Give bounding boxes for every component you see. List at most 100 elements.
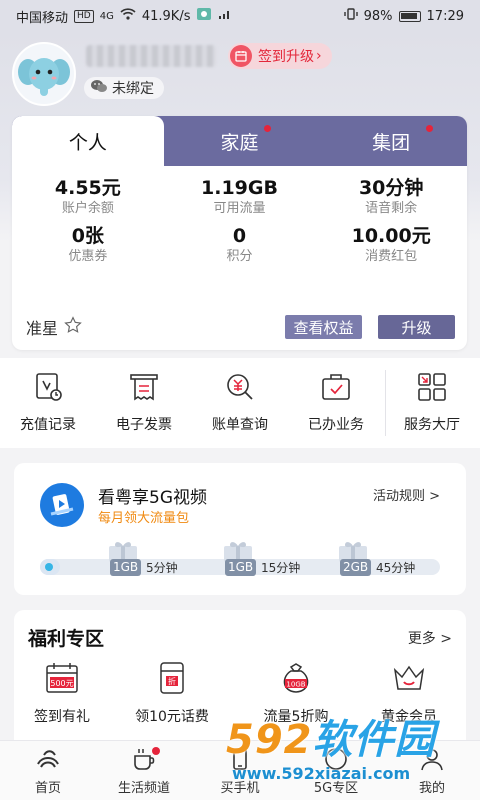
- wechat-icon: [90, 79, 108, 97]
- crown-icon: [391, 660, 427, 696]
- notification-dot: [426, 125, 434, 132]
- stat-red-packet[interactable]: 10.00元 消费红包: [315, 224, 467, 266]
- stat-label: 消费红包: [365, 249, 418, 264]
- account-tabs: 个人 家庭 集团: [12, 116, 467, 166]
- notification-dot: [264, 125, 272, 132]
- welfare-label: 签到有礼: [34, 709, 90, 725]
- welfare-label: 领10元话费: [135, 709, 209, 725]
- battery-percent: 98%: [363, 8, 393, 24]
- carrier-name: 中国移动: [16, 10, 69, 26]
- vibrate-icon: [343, 8, 358, 24]
- stat-coupons[interactable]: 0张 优惠券: [12, 224, 164, 266]
- milestone-tag: 1GB: [225, 559, 257, 576]
- site-watermark: 592软件园 www.592xiazai.com: [226, 716, 480, 800]
- stat-label: 积分: [226, 249, 253, 264]
- stat-label: 账户余额: [61, 201, 114, 216]
- network-type: 4G: [99, 10, 114, 22]
- account-card-footer: 准星 查看权益 升级: [12, 312, 467, 342]
- stat-label: 可用流量: [213, 201, 266, 216]
- tab-group[interactable]: 集团: [315, 116, 467, 166]
- tab-home[interactable]: 首页: [0, 741, 96, 800]
- service-recharge-record[interactable]: 充值记录: [0, 358, 96, 448]
- stat-voice[interactable]: 30分钟 语音剩余: [315, 176, 467, 218]
- welfare-icon-text: 10GB: [286, 681, 305, 689]
- milestone-label: 45分钟: [376, 561, 416, 575]
- stat-value: 0: [232, 225, 247, 247]
- welfare-icon-text: 折: [168, 676, 176, 686]
- battery-icon: [398, 10, 421, 22]
- tab-label: 首页: [34, 781, 61, 796]
- account-card: 个人 家庭 集团 4.55元 账户余额 1.19GB 可用流量 30分钟 语音剩…: [12, 116, 467, 350]
- stat-value: 10.00元: [351, 225, 431, 247]
- tab-label: 个人: [68, 131, 107, 154]
- masked-phone-number: [86, 45, 216, 67]
- wifi-icon: [120, 8, 136, 24]
- stat-label: 优惠券: [68, 249, 108, 264]
- activity-rules-link[interactable]: 活动规则 >: [373, 485, 440, 504]
- tab-life-channel[interactable]: 生活频道: [96, 741, 192, 800]
- services-row: 充值记录 电子发票 账单查询 已办业务 服务大厅: [0, 358, 480, 448]
- stat-data[interactable]: 1.19GB 可用流量: [164, 176, 316, 218]
- hd-badge: HD: [74, 9, 94, 23]
- tab-label: 集团: [372, 131, 411, 154]
- service-label: 服务大厅: [404, 417, 460, 433]
- account-stats: 4.55元 账户余额 1.19GB 可用流量 30分钟 语音剩余 0张 优惠券 …: [12, 166, 467, 266]
- service-bill-search[interactable]: 账单查询: [192, 358, 288, 448]
- watermark-brand-number: 592: [226, 717, 313, 763]
- watermark-brand: 592软件园: [226, 716, 436, 764]
- video-promo-card[interactable]: 看粤享5G视频 每月领大流量包 活动规则 > 1GB 5分钟 1GB 15分钟 …: [14, 463, 466, 595]
- progress-dot: [45, 563, 53, 571]
- notification-dot: [152, 747, 160, 755]
- stat-value: 4.55元: [54, 177, 121, 199]
- service-hall[interactable]: 服务大厅: [384, 358, 480, 448]
- app-notification-icon: [196, 7, 212, 25]
- welfare-phone-credit[interactable]: 折 领10元话费: [122, 660, 222, 726]
- signin-upgrade-button[interactable]: 签到升级 ›: [228, 43, 332, 69]
- service-label: 充值记录: [20, 417, 76, 433]
- status-bar: 中国移动 HD 4G 41.9K/s 98% 17:29: [0, 0, 480, 32]
- service-handled-business[interactable]: 已办业务: [288, 358, 384, 448]
- tab-personal[interactable]: 个人: [12, 116, 164, 166]
- video-promo-title: 看粤享5G视频: [98, 488, 207, 508]
- service-label: 已办业务: [308, 417, 364, 433]
- chevron-right-icon: ›: [316, 48, 322, 64]
- star-outline-icon: [64, 316, 82, 338]
- watermark-brand-text: 软件园: [312, 717, 436, 763]
- signal-icon: [218, 8, 232, 24]
- calendar-gift-icon: 500元: [44, 660, 80, 696]
- member-level[interactable]: 准星: [26, 315, 82, 339]
- stat-value: 0张: [71, 225, 104, 247]
- discount-coupon-icon: 折: [154, 660, 190, 696]
- wechat-binding-badge[interactable]: 未绑定: [84, 77, 164, 99]
- video-promo-subtitle: 每月领大流量包: [98, 511, 190, 526]
- service-label: 电子发票: [116, 417, 172, 433]
- welfare-signin-gift[interactable]: 500元 签到有礼: [12, 660, 112, 726]
- service-label: 账单查询: [212, 417, 268, 433]
- tab-label: 生活频道: [117, 781, 170, 796]
- bill-search-icon: [223, 370, 257, 404]
- stat-points[interactable]: 0 积分: [164, 224, 316, 266]
- milestone-tag: 1GB: [110, 559, 142, 576]
- stat-balance[interactable]: 4.55元 账户余额: [12, 176, 164, 218]
- service-invoice[interactable]: 电子发票: [96, 358, 192, 448]
- upgrade-button[interactable]: 升级: [378, 315, 455, 339]
- welfare-more-link[interactable]: 更多 >: [408, 628, 452, 648]
- tab-label: 家庭: [220, 131, 259, 154]
- welfare-title: 福利专区: [28, 628, 105, 650]
- invoice-icon: [127, 370, 161, 404]
- elephant-avatar-icon: [18, 58, 70, 96]
- network-speed: 41.9K/s: [141, 8, 191, 24]
- watermark-url: www.592xiazai.com: [232, 764, 411, 783]
- handled-business-icon: [319, 370, 353, 404]
- milestone-label: 5分钟: [146, 561, 178, 575]
- avatar[interactable]: [12, 42, 76, 106]
- calendar-icon: [230, 45, 252, 67]
- stat-value: 30分钟: [358, 177, 424, 199]
- data-bag-icon: 10GB: [278, 660, 314, 696]
- service-hall-icon: [415, 370, 449, 404]
- china-mobile-logo-icon: [35, 747, 61, 771]
- tab-family[interactable]: 家庭: [164, 116, 316, 166]
- member-level-label: 准星: [26, 319, 59, 338]
- binding-status-label: 未绑定: [112, 81, 154, 97]
- view-rights-button[interactable]: 查看权益: [285, 315, 362, 339]
